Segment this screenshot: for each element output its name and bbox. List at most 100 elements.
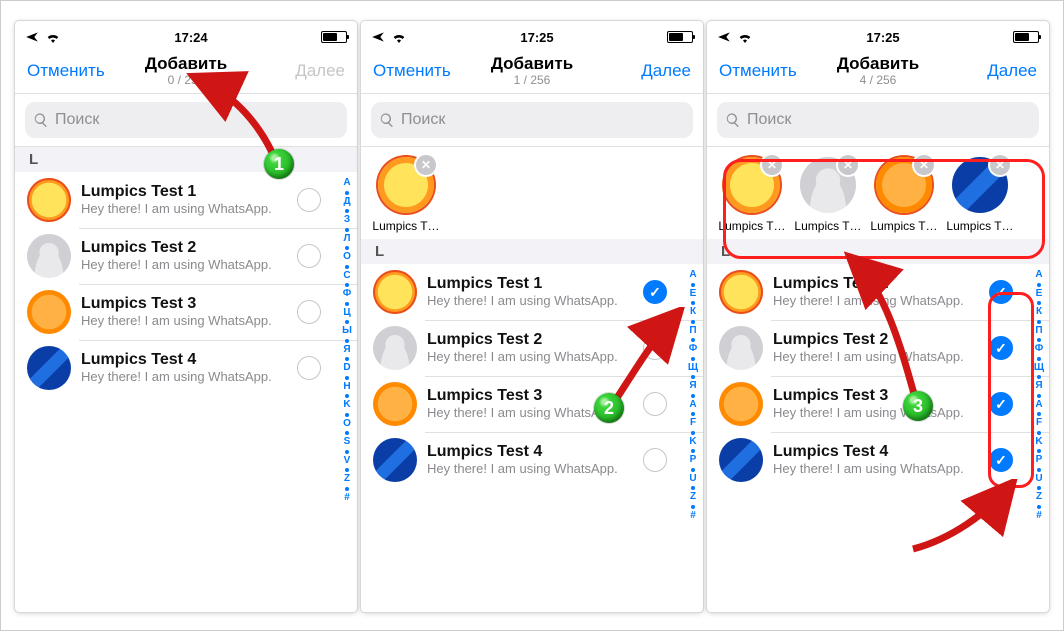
alpha-index[interactable]: АЕКПФЩЯAFKPUZ#	[1031, 269, 1047, 595]
screenshot-1: 17:24 Отменить Добавить 0 / 256 Далее По…	[15, 21, 357, 612]
alpha-index[interactable]: АДЗЛОСФЦЫЯDHKOSVZ#	[339, 177, 355, 598]
next-button[interactable]: Далее	[263, 61, 345, 81]
contact-row[interactable]: Lumpics Test 2Hey there! I am using What…	[707, 320, 1049, 376]
annotation-badge-1: 1	[264, 149, 294, 179]
search-bar: Поиск	[707, 94, 1049, 147]
avatar: ✕	[952, 157, 1008, 213]
selection-checkbox[interactable]	[643, 448, 667, 472]
remove-chip-icon[interactable]: ✕	[416, 155, 436, 175]
battery-icon	[667, 31, 693, 43]
contact-name: Lumpics Test 3	[81, 295, 297, 313]
search-placeholder: Поиск	[747, 111, 791, 129]
cancel-button[interactable]: Отменить	[373, 61, 455, 81]
avatar	[373, 326, 417, 370]
contact-row[interactable]: Lumpics Test 1Hey there! I am using What…	[707, 264, 1049, 320]
selected-chip[interactable]: ✕ Lumpics T…	[717, 157, 787, 233]
avatar: ✕	[876, 157, 932, 213]
contact-row[interactable]: Lumpics Test 3Hey there! I am using What…	[15, 284, 357, 340]
cancel-button[interactable]: Отменить	[719, 61, 801, 81]
contact-status: Hey there! I am using WhatsApp.	[427, 350, 643, 365]
search-input[interactable]: Поиск	[371, 102, 693, 138]
status-time: 17:25	[520, 30, 553, 45]
remove-chip-icon[interactable]: ✕	[762, 155, 782, 175]
avatar	[719, 382, 763, 426]
contact-row[interactable]: Lumpics Test 1Hey there! I am using What…	[361, 264, 703, 320]
selection-checkbox[interactable]	[297, 244, 321, 268]
avatar: ✕	[800, 157, 856, 213]
avatar: ✕	[724, 157, 780, 213]
selection-checkbox[interactable]	[989, 392, 1013, 416]
contact-status: Hey there! I am using WhatsApp.	[773, 462, 989, 477]
search-input[interactable]: Поиск	[717, 102, 1039, 138]
selection-checkbox[interactable]	[643, 392, 667, 416]
selected-chip[interactable]: ✕Lumpics T…	[793, 157, 863, 233]
remove-chip-icon[interactable]: ✕	[990, 155, 1010, 175]
search-icon	[33, 112, 49, 128]
wifi-icon	[737, 31, 753, 43]
avatar	[27, 290, 71, 334]
selection-checkbox[interactable]	[297, 188, 321, 212]
battery-icon	[1013, 31, 1039, 43]
contact-status: Hey there! I am using WhatsApp.	[427, 294, 643, 309]
selection-checkbox[interactable]	[989, 280, 1013, 304]
avatar: ✕	[378, 157, 434, 213]
chip-label: Lumpics T…	[371, 219, 441, 233]
contact-status: Hey there! I am using WhatsApp.	[81, 258, 297, 273]
contact-status: Hey there! I am using WhatsApp.	[81, 202, 297, 217]
nav-bar: Отменить Добавить 4 / 256 Далее	[707, 49, 1049, 94]
alpha-index[interactable]: АЕКПФЩЯAFKPUZ#	[685, 269, 701, 595]
selection-checkbox[interactable]	[297, 300, 321, 324]
selected-chip[interactable]: ✕ Lumpics T…	[945, 157, 1015, 233]
selection-counter: 0 / 256	[109, 74, 263, 87]
chip-label: Lumpics T…	[869, 219, 939, 233]
status-time: 17:24	[174, 30, 207, 45]
avatar	[719, 438, 763, 482]
airplane-mode-icon	[25, 30, 39, 44]
contact-name: Lumpics Test 1	[81, 183, 297, 201]
selection-checkbox[interactable]	[297, 356, 321, 380]
selection-checkbox[interactable]	[989, 336, 1013, 360]
contact-name: Lumpics Test 4	[427, 443, 643, 461]
remove-chip-icon[interactable]: ✕	[838, 155, 858, 175]
selection-checkbox[interactable]	[989, 448, 1013, 472]
next-button[interactable]: Далее	[609, 61, 691, 81]
contact-row[interactable]: Lumpics Test 3Hey there! I am using What…	[707, 376, 1049, 432]
nav-bar: Отменить Добавить 0 / 256 Далее	[15, 49, 357, 94]
contact-name: Lumpics Test 4	[773, 443, 989, 461]
selection-checkbox[interactable]	[643, 280, 667, 304]
selected-chip[interactable]: ✕ Lumpics T…	[869, 157, 939, 233]
chip-label: Lumpics T…	[945, 219, 1015, 233]
contact-row[interactable]: Lumpics Test 4Hey there! I am using What…	[15, 340, 357, 396]
contact-row[interactable]: Lumpics Test 2Hey there! I am using What…	[15, 228, 357, 284]
remove-chip-icon[interactable]: ✕	[914, 155, 934, 175]
contact-name: Lumpics Test 3	[773, 387, 989, 405]
contact-row[interactable]: Lumpics Test 4Hey there! I am using What…	[707, 432, 1049, 488]
nav-title: Добавить 0 / 256	[109, 55, 263, 87]
selection-counter: 1 / 256	[455, 74, 609, 87]
contact-status: Hey there! I am using WhatsApp.	[81, 370, 297, 385]
nav-bar: Отменить Добавить 1 / 256 Далее	[361, 49, 703, 94]
airplane-mode-icon	[371, 30, 385, 44]
contact-row[interactable]: Lumpics Test 1Hey there! I am using What…	[15, 172, 357, 228]
selection-counter: 4 / 256	[801, 74, 955, 87]
status-bar: 17:24	[15, 21, 357, 49]
contact-row[interactable]: Lumpics Test 4Hey there! I am using What…	[361, 432, 703, 488]
screenshot-3: 17:25 Отменить Добавить 4 / 256 Далее По…	[707, 21, 1049, 612]
cancel-button[interactable]: Отменить	[27, 61, 109, 81]
search-input[interactable]: Поиск	[25, 102, 347, 138]
contact-row[interactable]: Lumpics Test 3Hey there! I am using What…	[361, 376, 703, 432]
avatar	[719, 270, 763, 314]
next-button[interactable]: Далее	[955, 61, 1037, 81]
contact-row[interactable]: Lumpics Test 2Hey there! I am using What…	[361, 320, 703, 376]
contacts-list: L Lumpics Test 1Hey there! I am using Wh…	[361, 239, 703, 599]
nav-title: Добавить 4 / 256	[801, 55, 955, 87]
status-bar: 17:25	[361, 21, 703, 49]
chip-label: Lumpics T…	[717, 219, 787, 233]
avatar	[719, 326, 763, 370]
selection-checkbox[interactable]	[643, 336, 667, 360]
avatar	[373, 270, 417, 314]
status-bar: 17:25	[707, 21, 1049, 49]
tutorial-stage: 17:24 Отменить Добавить 0 / 256 Далее По…	[0, 0, 1064, 631]
selected-chip[interactable]: ✕ Lumpics T…	[371, 157, 441, 233]
airplane-mode-icon	[717, 30, 731, 44]
